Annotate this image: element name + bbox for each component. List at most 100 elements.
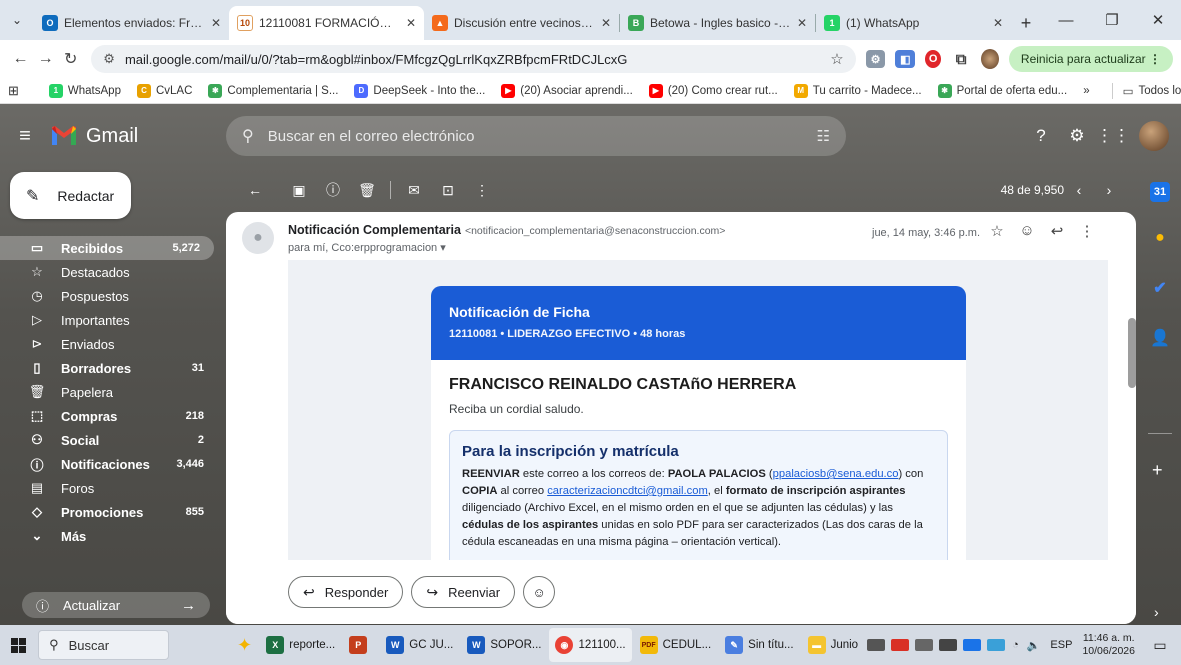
- close-tab-icon[interactable]: ✕: [211, 16, 221, 30]
- update-gmail-button[interactable]: ⓘ Actualizar →: [22, 592, 210, 618]
- browser-tab[interactable]: 1 (1) WhatsApp ✕: [816, 6, 1011, 40]
- close-tab-icon[interactable]: ✕: [601, 16, 611, 30]
- sidebar-item-foros[interactable]: ▤ Foros: [0, 476, 218, 500]
- taskbar-app[interactable]: ▬ Junio: [802, 628, 865, 662]
- browser-tab[interactable]: B Betowa - Ingles basico - nive ✕: [620, 6, 815, 40]
- close-tab-icon[interactable]: ✕: [797, 16, 807, 30]
- sidebar-item-notificaciones[interactable]: ⓘ Notificaciones 3,446: [0, 452, 218, 476]
- search-input[interactable]: Buscar en el correo electrónico: [268, 128, 475, 145]
- sidebar-item-pospuestos[interactable]: ◷ Pospuestos: [0, 284, 218, 308]
- help-icon[interactable]: ?: [1023, 126, 1059, 146]
- clock[interactable]: 11:46 a. m. 10/06/2026: [1082, 632, 1135, 658]
- forward-button[interactable]: →: [33, 50, 58, 68]
- tray-app-icon[interactable]: [915, 639, 934, 651]
- browser-tab[interactable]: 10 12110081 FORMACIÓN LIDE ✕: [229, 6, 424, 40]
- gear-icon[interactable]: ⚙: [1059, 126, 1095, 146]
- extensions-puzzle-icon[interactable]: ⧉: [951, 50, 971, 68]
- tray-app-icon[interactable]: [987, 639, 1006, 651]
- bookmark-item[interactable]: ✱ Portal de oferta edu...: [937, 83, 1067, 98]
- forward-button[interactable]: ↪ Reenviar: [411, 576, 516, 608]
- maximize-button[interactable]: ❐: [1089, 0, 1135, 40]
- calendar-icon[interactable]: 31: [1150, 182, 1170, 202]
- copilot-sparkle-icon[interactable]: ✦: [231, 635, 258, 656]
- move-to-icon[interactable]: ⊡: [431, 182, 465, 199]
- tasks-icon[interactable]: ✔: [1150, 278, 1170, 298]
- bookmark-item[interactable]: 1 WhatsApp: [48, 83, 121, 98]
- back-to-inbox-icon[interactable]: ←: [238, 182, 272, 198]
- notifications-icon[interactable]: ▭: [1147, 637, 1173, 654]
- contacts-icon[interactable]: 👤: [1150, 328, 1170, 348]
- chevron-right-icon[interactable]: ›: [1154, 604, 1159, 620]
- more-options-icon[interactable]: ⋮: [465, 182, 499, 199]
- search-options-icon[interactable]: ☷: [817, 127, 830, 145]
- more-bookmarks-icon[interactable]: »: [1083, 85, 1089, 97]
- apps-grid-icon[interactable]: ⊞: [8, 83, 19, 99]
- all-bookmarks-link[interactable]: Todos los marcadores: [1138, 85, 1181, 97]
- close-tab-icon[interactable]: ✕: [406, 16, 416, 30]
- bookmark-item[interactable]: D DeepSeek - Into the...: [354, 83, 485, 98]
- tab-search-dropdown[interactable]: ⌄: [0, 0, 34, 40]
- browser-tab[interactable]: O Elementos enviados: Francis ✕: [34, 6, 229, 40]
- scrollbar-thumb[interactable]: [1128, 318, 1136, 388]
- sender-avatar[interactable]: ●: [242, 222, 274, 254]
- browser-tab[interactable]: ▲ Discusión entre vecinos term ✕: [424, 6, 619, 40]
- profile-avatar[interactable]: [980, 49, 999, 69]
- emoji-reaction-icon[interactable]: ☺: [1012, 222, 1042, 240]
- taskbar-app[interactable]: ◉ 121100...: [549, 628, 632, 662]
- taskbar-search[interactable]: ⚲ Buscar: [38, 630, 169, 660]
- sidebar-item-enviados[interactable]: ⊳ Enviados: [0, 332, 218, 356]
- bookmark-item[interactable]: ▶ (20) Como crear rut...: [648, 83, 778, 98]
- mark-unread-icon[interactable]: ✉: [397, 182, 431, 199]
- tray-app-icon[interactable]: [939, 639, 958, 651]
- bookmark-item[interactable]: C CvLAC: [136, 83, 192, 98]
- emoji-button[interactable]: ☺: [523, 576, 556, 608]
- sidebar-item-destacados[interactable]: ☆ Destacados: [0, 260, 218, 284]
- close-tab-icon[interactable]: ✕: [993, 16, 1003, 30]
- gmail-logo[interactable]: Gmail: [50, 125, 220, 148]
- language-indicator[interactable]: ESP: [1050, 639, 1072, 651]
- new-tab-button[interactable]: +: [1011, 6, 1041, 40]
- sidebar-item-promociones[interactable]: ◇ Promociones 855: [0, 500, 218, 524]
- reply-icon[interactable]: ↩: [1042, 222, 1072, 240]
- add-addon-icon[interactable]: +: [1152, 460, 1163, 481]
- sidebar-item-papelera[interactable]: 🗑 Papelera: [0, 380, 218, 404]
- email-link[interactable]: caracterizacioncdtci@gmail.com: [547, 485, 708, 497]
- sidebar-item-compras[interactable]: ⬚ Compras 218: [0, 404, 218, 428]
- sender-name[interactable]: Notificación Complementaria <notificacion…: [288, 223, 725, 237]
- taskbar-app[interactable]: ✎ Sin títu...: [719, 628, 799, 662]
- sidebar-item-recibidos[interactable]: ▭ Recibidos 5,272: [0, 236, 214, 260]
- more-options-icon[interactable]: ⋮: [1072, 222, 1102, 240]
- start-button[interactable]: [6, 637, 30, 653]
- compose-button[interactable]: ✎ Redactar: [10, 172, 131, 219]
- extension-icon[interactable]: ◧: [895, 50, 916, 68]
- site-info-icon[interactable]: ⚙: [103, 51, 115, 67]
- taskbar-app[interactable]: W SOPOR...: [461, 628, 547, 662]
- google-apps-icon[interactable]: ⋮⋮: [1095, 126, 1131, 146]
- bluetooth-icon[interactable]: [963, 639, 982, 651]
- sidebar-item-borradores[interactable]: ▯ Borradores 31: [0, 356, 218, 380]
- restart-to-update-button[interactable]: Reinicia para actualizar ⋮: [1008, 46, 1173, 72]
- tray-app-icon[interactable]: [891, 639, 910, 651]
- taskbar-app[interactable]: Xreporte...: [260, 628, 341, 662]
- url-bar[interactable]: ⚙ mail.google.com/mail/u/0/?tab=rm&ogbl#…: [91, 45, 856, 73]
- delete-icon[interactable]: 🗑: [350, 182, 384, 199]
- taskbar-app[interactable]: P: [343, 628, 378, 662]
- tray-app-icon[interactable]: [867, 639, 886, 651]
- reply-button[interactable]: ↩ Responder: [288, 576, 404, 608]
- taskbar-app[interactable]: PDF CEDUL...: [634, 628, 718, 662]
- volume-icon[interactable]: 🔈: [1027, 639, 1041, 652]
- report-spam-icon[interactable]: ⓘ: [316, 180, 350, 200]
- sidebar-item-social[interactable]: ⚇ Social 2: [0, 428, 218, 452]
- close-window-button[interactable]: ✕: [1135, 0, 1181, 40]
- bookmark-star-icon[interactable]: ☆: [830, 50, 843, 68]
- wifi-icon[interactable]: ◔: [1012, 639, 1019, 651]
- bookmark-item[interactable]: M Tu carrito - Madece...: [793, 83, 922, 98]
- taskbar-app[interactable]: W GC JU...: [380, 628, 459, 662]
- sidebar-item-importantes[interactable]: ▷ Importantes: [0, 308, 218, 332]
- email-link[interactable]: ppalaciosb@sena.edu.co: [773, 468, 899, 480]
- extension-icon[interactable]: ⚙: [865, 50, 886, 68]
- sidebar-item-más[interactable]: ⌄ Más: [0, 524, 218, 548]
- keep-icon[interactable]: ●: [1150, 228, 1170, 248]
- bookmark-item[interactable]: ▶ (20) Asociar aprendi...: [501, 83, 633, 98]
- archive-icon[interactable]: ▣: [282, 182, 316, 199]
